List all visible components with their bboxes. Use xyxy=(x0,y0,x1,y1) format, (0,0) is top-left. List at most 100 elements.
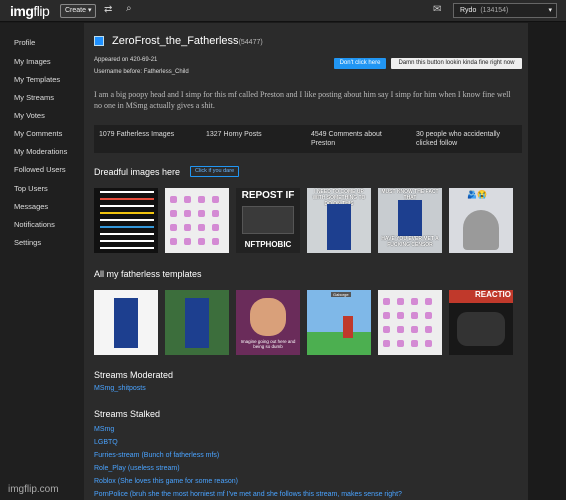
grid-cell xyxy=(170,196,177,203)
grid-cell xyxy=(184,238,191,245)
template-thumb-4[interactable]: Gaborge xyxy=(307,290,371,355)
username-text: ZeroFrost_the_Fatherless xyxy=(112,35,239,47)
grid-cell xyxy=(184,224,191,231)
stalked-stream-link[interactable]: Role_Play (useless stream) xyxy=(94,465,180,472)
stat-followers[interactable]: 30 people who accidentally clicked follo… xyxy=(416,130,516,148)
template-thumb-1[interactable] xyxy=(94,290,158,355)
grid-cell xyxy=(397,326,404,333)
image-thumb-2[interactable] xyxy=(165,188,229,253)
mail-icon[interactable]: ✉ xyxy=(433,4,441,15)
cat-figure xyxy=(463,210,499,250)
grid-cell xyxy=(425,298,432,305)
previous-username: Username before: Fatherless_Child xyxy=(94,69,189,75)
character-face xyxy=(250,298,286,336)
dont-click-button[interactable]: Don't click here xyxy=(334,58,386,69)
list-line xyxy=(100,205,154,207)
image-thumb-5[interactable]: MUST KNOW THE FACT THAT HAVE YOU EVER ME… xyxy=(378,188,442,253)
roblox-avatar-figure xyxy=(185,298,209,348)
grid-cell xyxy=(397,298,404,305)
secondary-button[interactable]: Damn this button lookin kinda fine right… xyxy=(391,58,522,69)
grid-cell xyxy=(212,224,219,231)
grid-cell xyxy=(170,224,177,231)
grid-cell xyxy=(170,210,177,217)
roblox-avatar-figure xyxy=(398,200,422,236)
thumb-caption-bottom: NFTPHOBIC xyxy=(244,240,292,249)
list-line xyxy=(100,233,154,235)
template-thumb-5[interactable] xyxy=(378,290,442,355)
logo-main: img xyxy=(10,3,34,19)
click-if-you-dare-button[interactable]: Click if you dare xyxy=(190,166,240,177)
sidebar-item-my-votes[interactable]: My Votes xyxy=(14,111,45,120)
image-thumb-1[interactable] xyxy=(94,188,158,253)
grid-cell xyxy=(212,210,219,217)
grid-cell xyxy=(397,340,404,347)
sidebar-item-my-images[interactable]: My Images xyxy=(14,57,51,66)
sidebar-item-followed-users[interactable]: Followed Users xyxy=(14,165,66,174)
image-thumb-3[interactable]: REPOST IF NFTPHOBIC xyxy=(236,188,300,253)
stalked-stream-link[interactable]: LGBTQ xyxy=(94,439,118,446)
user-points: (134154) xyxy=(480,7,509,14)
moderated-stream-link[interactable]: MSmg_shitposts xyxy=(94,385,146,392)
grid-cell xyxy=(425,340,432,347)
grid-cell xyxy=(383,312,390,319)
sidebar-item-my-comments[interactable]: My Comments xyxy=(14,129,62,138)
stat-posts[interactable]: 1327 Horny Posts xyxy=(206,130,262,139)
thumb-caption-bottom: HAVE YOU EVER MET A FUCKING CENSOR xyxy=(381,236,439,248)
stalked-stream-link[interactable]: MSmg xyxy=(94,426,114,433)
templates-section-title: All my fatherless templates xyxy=(94,269,202,279)
sidebar-item-my-streams[interactable]: My Streams xyxy=(14,93,54,102)
list-line xyxy=(100,240,154,242)
grid-cell xyxy=(212,238,219,245)
site-logo[interactable]: imgflip xyxy=(10,3,50,19)
grid-cell xyxy=(411,312,418,319)
grid-cell xyxy=(170,238,177,245)
image-thumb-4[interactable]: I NEED TO COME UP WITH SOMETHING TO DO O… xyxy=(307,188,371,253)
profile-bio: I am a big poopy head and I simp for thi… xyxy=(94,90,511,110)
search-icon[interactable]: ⌕ xyxy=(126,3,132,14)
shuffle-icon[interactable]: ⇄ xyxy=(104,4,112,15)
sidebar-item-top-users[interactable]: Top Users xyxy=(14,184,48,193)
template-thumb-2[interactable] xyxy=(165,290,229,355)
list-line xyxy=(100,226,154,228)
stat-images[interactable]: 1079 Fatherless Images xyxy=(99,130,174,139)
grid-cell xyxy=(212,196,219,203)
grid-cell xyxy=(425,312,432,319)
image-thumb-6[interactable]: 🫂😭 xyxy=(449,188,513,253)
sidebar-item-my-templates[interactable]: My Templates xyxy=(14,75,60,84)
sidebar-item-notifications[interactable]: Notifications xyxy=(14,220,55,229)
roblox-avatar-figure xyxy=(114,298,138,348)
thumb-caption-top: REPOST IF xyxy=(241,190,295,201)
stats-bar: 1079 Fatherless Images 1327 Horny Posts … xyxy=(94,125,522,153)
sidebar-item-my-moderations[interactable]: My Moderations xyxy=(14,147,67,156)
logo-accent: flip xyxy=(33,3,50,19)
thumb-banner-text: REACTIO xyxy=(449,290,513,303)
grid-cell xyxy=(411,340,418,347)
tweet-image xyxy=(242,206,294,234)
emoji-caption: 🫂😭 xyxy=(467,190,487,199)
stalked-stream-link[interactable]: PornPolice (bruh she the most horniest m… xyxy=(94,491,402,498)
sidebar-item-profile[interactable]: Profile xyxy=(14,38,35,47)
stalked-stream-link[interactable]: Furries-stream (Bunch of fatherless mfs) xyxy=(94,452,219,459)
appeared-date: Appeared on 420-69-21 xyxy=(94,57,158,63)
images-section-title: Dreadful images here xyxy=(94,167,181,177)
stat-comments[interactable]: 4549 Comments about Preston xyxy=(311,130,401,148)
template-thumb-3[interactable]: Imagine going out here and being so dumb xyxy=(236,290,300,355)
list-line xyxy=(100,212,154,214)
user-name: Rydo xyxy=(460,7,477,14)
grid-cell xyxy=(383,326,390,333)
grid-cell xyxy=(383,298,390,305)
imgflip-watermark: imgflip.com xyxy=(8,484,59,495)
sidebar-item-messages[interactable]: Messages xyxy=(14,202,48,211)
user-menu[interactable]: Rydo (134154) ▾ xyxy=(453,3,557,18)
grid-cell xyxy=(198,224,205,231)
sidebar-item-settings[interactable]: Settings xyxy=(14,238,41,247)
roblox-avatar-figure xyxy=(327,204,351,250)
stalked-stream-link[interactable]: Roblox (She loves this game for some rea… xyxy=(94,478,238,485)
list-line xyxy=(100,191,154,193)
list-line xyxy=(100,198,154,200)
roblox-avatar-figure xyxy=(343,316,353,338)
grass-ground xyxy=(307,332,371,355)
create-dropdown-button[interactable]: Create ▾ xyxy=(60,4,97,18)
thumb-caption: Imagine going out here and being so dumb xyxy=(240,339,296,349)
template-thumb-6[interactable]: REACTIO xyxy=(449,290,513,355)
